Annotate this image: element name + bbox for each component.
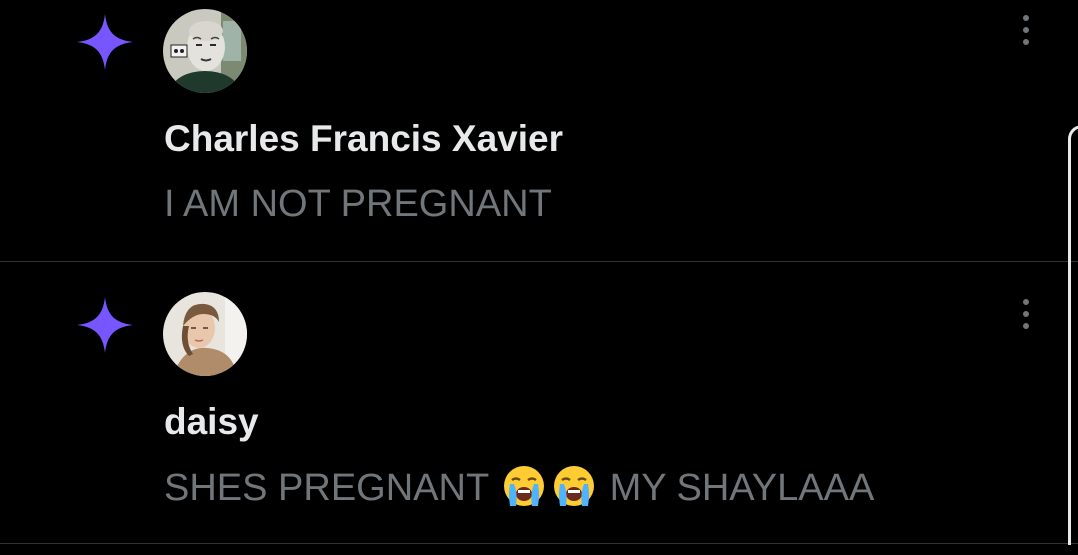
notification-feed: Charles Francis Xavier I AM NOT PREGNANT <box>0 0 1078 555</box>
post-text-before: SHES PREGNANT <box>164 467 489 509</box>
more-vertical-icon[interactable] <box>1011 10 1041 50</box>
avatar-charles-image <box>163 9 247 93</box>
sparkle-icon <box>77 297 133 353</box>
post-text: SHES PREGNANT MY SHAYLAAA <box>164 464 874 511</box>
loudly-crying-face-emoji <box>504 466 545 506</box>
scroll-edge <box>1068 125 1078 545</box>
avatar[interactable] <box>163 9 247 93</box>
more-vertical-icon[interactable] <box>1011 294 1041 334</box>
post-text: I AM NOT PREGNANT <box>164 183 552 225</box>
notification-item[interactable]: daisy SHES PREGNANT MY SHAYLAAA <box>0 262 1078 544</box>
avatar[interactable] <box>163 292 247 376</box>
notification-item[interactable]: Charles Francis Xavier I AM NOT PREGNANT <box>0 0 1078 262</box>
post-text-after: MY SHAYLAAA <box>609 467 875 509</box>
avatar-daisy-image <box>163 292 247 376</box>
user-display-name[interactable]: Charles Francis Xavier <box>164 117 563 161</box>
sparkle-icon <box>77 14 133 70</box>
user-display-name[interactable]: daisy <box>164 400 259 444</box>
loudly-crying-face-emoji <box>554 466 595 506</box>
